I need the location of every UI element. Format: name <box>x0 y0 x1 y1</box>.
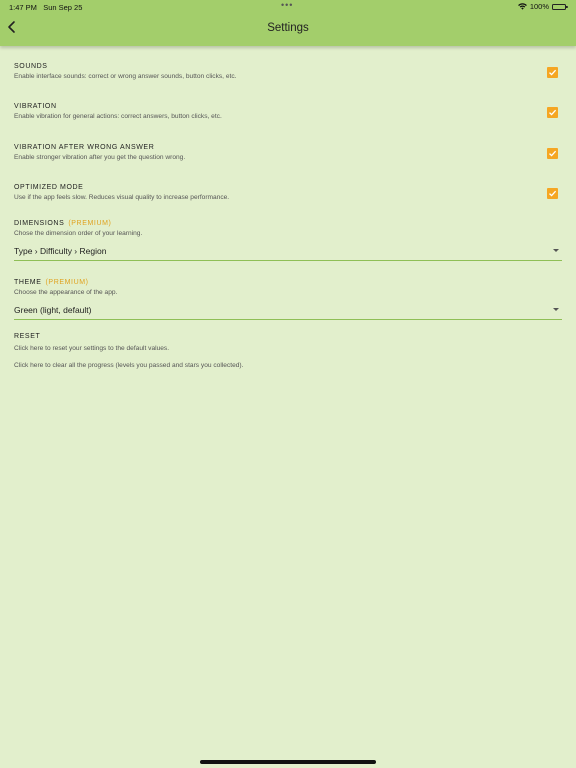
setting-title: VIBRATION <box>14 103 57 110</box>
vibration-wrong-answer-checkbox[interactable] <box>547 148 558 159</box>
reset-settings-link[interactable]: Click here to reset your settings to the… <box>14 345 169 352</box>
setting-title: OPTIMIZED MODE <box>14 184 84 191</box>
dimensions-title: DIMENSIONS <box>14 220 65 227</box>
checkmark-icon <box>549 109 557 116</box>
checkmark-icon <box>549 69 557 76</box>
setting-sounds: SOUNDS Enable interface sounds: correct … <box>14 63 562 80</box>
theme-select-value: Green (light, default) <box>14 305 92 315</box>
status-date-text: Sun Sep 25 <box>43 3 83 12</box>
setting-title: THEME (PREMIUM) <box>14 279 562 286</box>
setting-description: Chose the dimension order of your learni… <box>14 230 143 237</box>
setting-title: RESET <box>14 333 41 340</box>
checkmark-icon <box>549 150 557 157</box>
setting-theme: THEME (PREMIUM) Choose the appearance of … <box>14 279 562 296</box>
status-bar: 1:47 PM Sun Sep 25 ••• 100% <box>0 0 576 14</box>
setting-description: Use if the app feels slow. Reduces visua… <box>14 194 230 201</box>
setting-reset: RESET <box>14 333 562 340</box>
dimensions-select-value: Type › Difficulty › Region <box>14 246 107 256</box>
battery-icon <box>552 3 568 10</box>
setting-title: SOUNDS <box>14 63 48 70</box>
setting-vibration: VIBRATION Enable vibration for general a… <box>14 103 562 120</box>
clear-progress-link[interactable]: Click here to clear all the progress (le… <box>14 362 243 369</box>
setting-dimensions: DIMENSIONS (PREMIUM) Chose the dimension … <box>14 220 562 237</box>
premium-badge: (PREMIUM) <box>68 220 112 227</box>
status-right: 100% <box>517 2 568 11</box>
theme-select[interactable]: Green (light, default) <box>14 302 562 320</box>
theme-title: THEME <box>14 279 42 286</box>
setting-title: VIBRATION AFTER WRONG ANSWER <box>14 144 155 151</box>
optimized-mode-checkbox[interactable] <box>547 188 558 199</box>
dropdown-arrow-icon <box>553 249 559 252</box>
dimensions-select[interactable]: Type › Difficulty › Region <box>14 243 562 261</box>
status-time: 1:47 PM Sun Sep 25 <box>9 3 82 12</box>
home-indicator[interactable] <box>200 760 376 764</box>
page-title: Settings <box>267 22 309 34</box>
navigation-bar: 1:47 PM Sun Sep 25 ••• 100% Settings <box>0 0 576 46</box>
setting-description: Enable vibration for general actions: co… <box>14 113 222 120</box>
setting-title: DIMENSIONS (PREMIUM) <box>14 220 562 227</box>
setting-optimized-mode: OPTIMIZED MODE Use if the app feels slow… <box>14 184 562 201</box>
multitasking-dots-icon[interactable]: ••• <box>281 0 293 10</box>
wifi-icon <box>517 3 527 10</box>
setting-vibration-wrong-answer: VIBRATION AFTER WRONG ANSWER Enable stro… <box>14 144 562 161</box>
sounds-checkbox[interactable] <box>547 67 558 78</box>
setting-description: Enable stronger vibration after you get … <box>14 154 186 161</box>
premium-badge: (PREMIUM) <box>45 279 89 286</box>
checkmark-icon <box>549 190 557 197</box>
status-time-text: 1:47 PM <box>9 3 37 12</box>
dropdown-arrow-icon <box>553 308 559 311</box>
vibration-checkbox[interactable] <box>547 107 558 118</box>
setting-description: Enable interface sounds: correct or wron… <box>14 73 237 80</box>
battery-percent: 100% <box>529 2 549 11</box>
setting-description: Choose the appearance of the app. <box>14 289 118 296</box>
